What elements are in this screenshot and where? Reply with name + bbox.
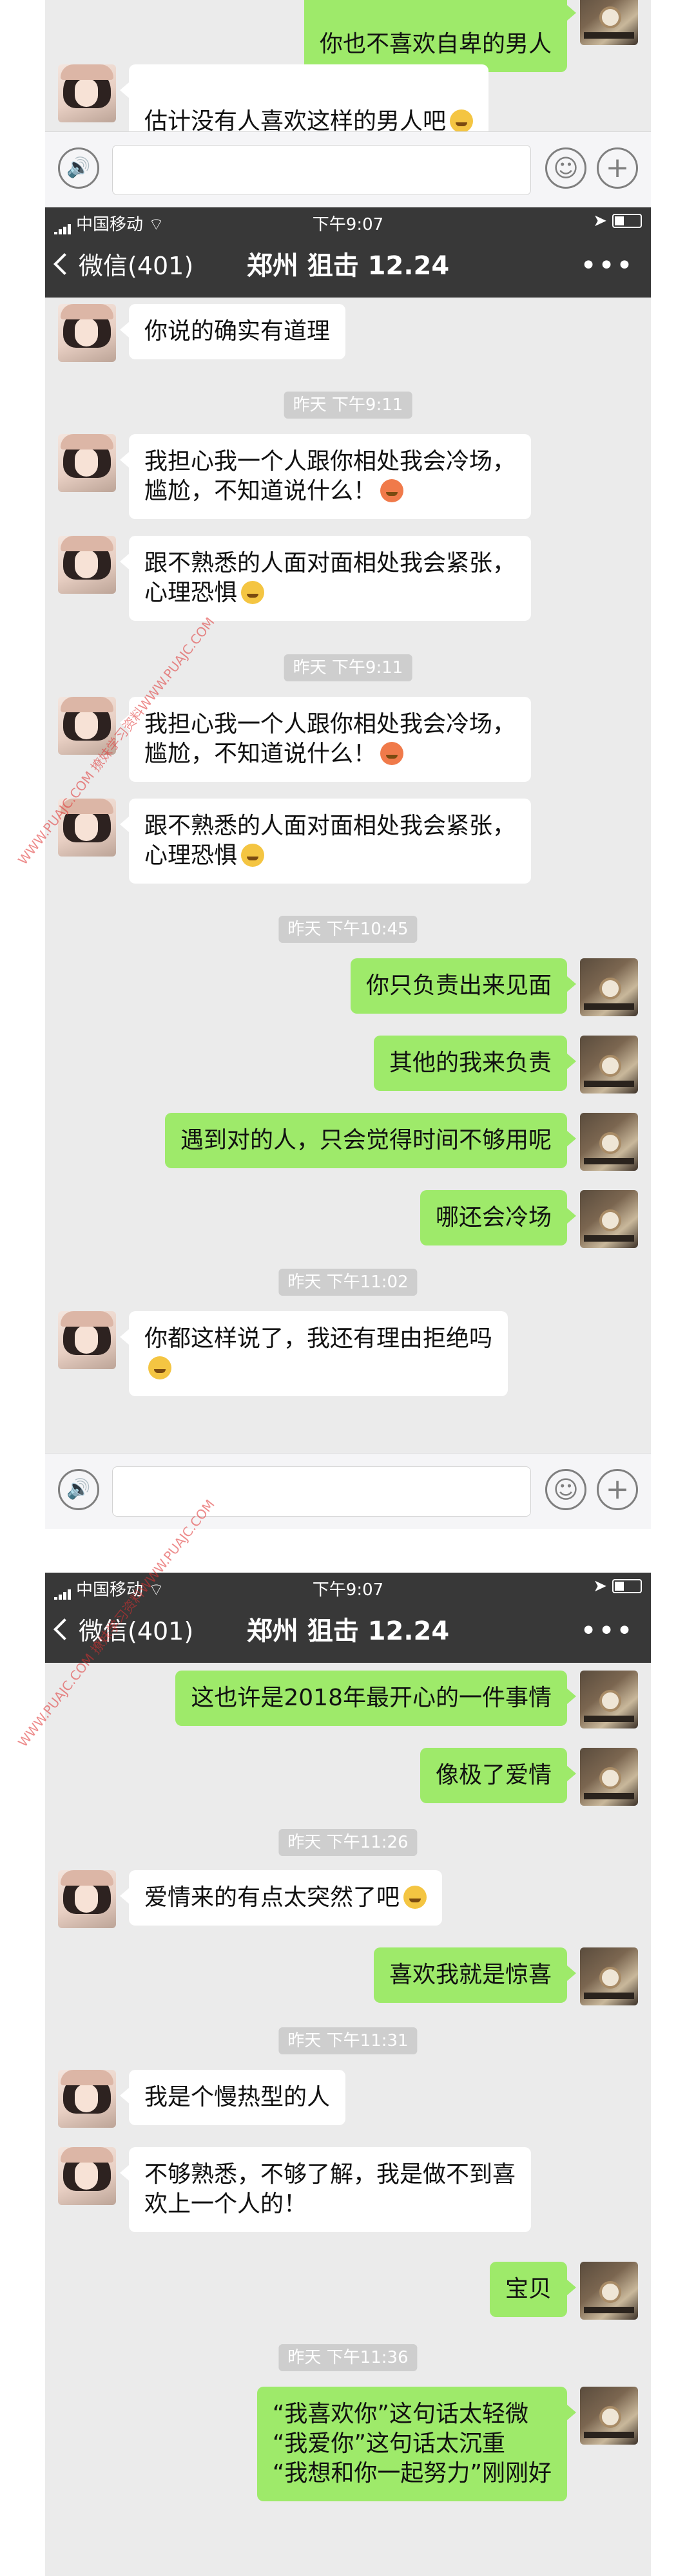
battery-icon [612, 214, 642, 228]
status-right: ➤ [593, 211, 642, 231]
status-bar: 中国移动 ⌔ 下午9:07 ➤ [45, 207, 651, 236]
contact-avatar[interactable] [58, 536, 116, 594]
message-bubble-received[interactable]: 不够熟悉，不够了解，我是做不到喜 欢上一个人的！ [119, 2147, 532, 2232]
plus-button-icon[interactable]: + [597, 147, 638, 189]
contact-avatar[interactable] [58, 304, 116, 362]
message-text: 爱情来的有点太突然了吧 [144, 1884, 400, 1911]
my-avatar[interactable] [580, 1190, 638, 1248]
message-bubble-sent[interactable]: 喜欢我就是惊喜 [373, 1947, 577, 2003]
input-bar: 🔊 ☺ + [45, 1453, 651, 1529]
message-text: 这也许是2018年最开心的一件事情 [191, 1685, 552, 1711]
my-avatar[interactable] [580, 1947, 638, 2005]
message-bubble-sent[interactable]: 宝贝 [489, 2262, 577, 2317]
message-text: 我担心我一个人跟你相处我会冷场， 尴尬，不知道说什么！ [144, 711, 516, 767]
emoji-button-icon[interactable]: ☺ [545, 1469, 586, 1510]
message-text: 像极了爱情 [435, 1762, 552, 1788]
message-input[interactable] [112, 145, 531, 195]
message-text: 跟不熟悉的人面对面相处我会紧张， 心理恐惧 [144, 550, 516, 606]
chat-title: 郑州 狙击 12.24 [246, 251, 450, 281]
smirk-emoji-icon [148, 1356, 171, 1379]
message-bubble-received[interactable]: 跟不熟悉的人面对面相处我会紧张， 心理恐惧 [119, 799, 532, 884]
sad-emoji-icon [380, 479, 404, 502]
my-avatar[interactable] [580, 2262, 638, 2320]
timestamp: 昨天 下午9:11 [284, 392, 412, 419]
message-text: 喜欢我就是惊喜 [389, 1962, 552, 1988]
my-avatar[interactable] [580, 2387, 638, 2445]
message-bubble-received[interactable]: 你都这样说了，我还有理由拒绝吗 [119, 1311, 508, 1396]
contact-avatar[interactable] [58, 434, 116, 492]
message-text: 我担心我一个人跟你相处我会冷场， 尴尬，不知道说什么！ [144, 448, 516, 504]
message-text: 宝贝 [505, 2276, 552, 2302]
message-text: 你只负责出来见面 [365, 972, 552, 999]
voice-input-icon[interactable]: 🔊 [58, 147, 99, 189]
timestamp: 昨天 下午10:45 [278, 916, 418, 943]
location-icon: ➤ [593, 211, 607, 231]
timestamp: 昨天 下午11:02 [278, 1269, 418, 1296]
more-options-icon[interactable]: ••• [580, 249, 634, 283]
message-bubble-sent[interactable]: 你也不喜欢自卑的男人 [304, 0, 577, 72]
message-text: “我喜欢你”这句话太轻微 “我爱你”这句话太沉重 “我想和你一起努力”刚刚好 [272, 2401, 552, 2486]
message-text: 你也不喜欢自卑的男人 [319, 31, 552, 57]
thinking-emoji-icon [450, 109, 474, 133]
chat-screen-2: 中国移动 ⌔ 下午9:07 ➤ 微信(401) 郑州 狙击 12.24 ••• … [45, 207, 651, 1529]
message-bubble-received[interactable]: 你说的确实有道理 [119, 304, 346, 359]
plus-button-icon[interactable]: + [597, 1469, 638, 1510]
contact-avatar[interactable] [58, 64, 116, 122]
contact-avatar[interactable] [58, 2147, 116, 2205]
message-bubble-received[interactable]: 跟不熟悉的人面对面相处我会紧张， 心理恐惧 [119, 536, 532, 621]
timestamp: 昨天 下午11:26 [278, 1829, 418, 1856]
location-icon: ➤ [593, 1577, 607, 1596]
status-right: ➤ [593, 1577, 642, 1596]
timestamp: 昨天 下午9:11 [284, 654, 412, 681]
nervous-emoji-icon [241, 581, 265, 604]
message-text: 我是个慢热型的人 [144, 2084, 331, 2110]
message-bubble-sent[interactable]: 遇到对的人，只会觉得时间不够用呢 [164, 1113, 577, 1168]
my-avatar[interactable] [580, 958, 638, 1016]
message-bubble-received[interactable]: 我是个慢热型的人 [119, 2070, 346, 2125]
timestamp: 昨天 下午11:31 [278, 2027, 418, 2054]
input-bar: 🔊 ☺ + [45, 131, 651, 207]
chat-title: 郑州 狙击 12.24 [246, 1616, 450, 1646]
message-bubble-sent[interactable]: 这也许是2018年最开心的一件事情 [175, 1671, 576, 1726]
message-bubble-received[interactable]: 爱情来的有点太突然了吧 [119, 1870, 443, 1926]
message-text: 其他的我来负责 [389, 1050, 552, 1076]
emoji-button-icon[interactable]: ☺ [545, 147, 586, 189]
message-bubble-sent[interactable]: “我喜欢你”这句话太轻微 “我爱你”这句话太沉重 “我想和你一起努力”刚刚好 [256, 2387, 577, 2501]
message-text: 你都这样说了，我还有理由拒绝吗 [144, 1325, 493, 1352]
message-bubble-sent[interactable]: 其他的我来负责 [373, 1036, 577, 1091]
surprised-emoji-icon [403, 1886, 427, 1909]
status-time: 下午9:07 [312, 215, 384, 234]
message-bubble-received[interactable]: 我担心我一个人跟你相处我会冷场， 尴尬，不知道说什么！ [119, 697, 532, 782]
timestamp: 昨天 下午11:36 [278, 2344, 418, 2371]
nav-bar: 微信(401) 郑州 狙击 12.24 ••• [45, 234, 651, 298]
message-text: 哪还会冷场 [435, 1204, 552, 1231]
chat-screen-1: 你也不喜欢自卑的男人 估计没有人喜欢这样的男人吧 🔊 ☺ + [45, 0, 651, 207]
voice-input-icon[interactable]: 🔊 [58, 1469, 99, 1510]
message-text: 你说的确实有道理 [144, 318, 331, 345]
chat-screen-3: 中国移动 ⌔ 下午9:07 ➤ 微信(401) 郑州 狙击 12.24 ••• … [45, 1573, 651, 2576]
contact-avatar[interactable] [58, 1311, 116, 1369]
my-avatar[interactable] [580, 0, 638, 45]
more-options-icon[interactable]: ••• [580, 1614, 634, 1649]
battery-icon [612, 1579, 642, 1593]
message-input[interactable] [112, 1466, 531, 1517]
message-text: 估计没有人喜欢这样的男人吧 [144, 108, 447, 135]
my-avatar[interactable] [580, 1113, 638, 1171]
message-bubble-received[interactable]: 我担心我一个人跟你相处我会冷场， 尴尬，不知道说什么！ [119, 434, 532, 519]
message-text: 跟不熟悉的人面对面相处我会紧张， 心理恐惧 [144, 813, 516, 869]
my-avatar[interactable] [580, 1671, 638, 1728]
my-avatar[interactable] [580, 1036, 638, 1094]
contact-avatar[interactable] [58, 2070, 116, 2128]
nervous-emoji-icon [241, 844, 265, 867]
message-bubble-sent[interactable]: 你只负责出来见面 [350, 958, 577, 1014]
sad-emoji-icon [380, 742, 404, 765]
my-avatar[interactable] [580, 1748, 638, 1806]
message-bubble-sent[interactable]: 哪还会冷场 [420, 1190, 577, 1245]
contact-avatar[interactable] [58, 1870, 116, 1928]
message-bubble-sent[interactable]: 像极了爱情 [420, 1748, 577, 1803]
message-text: 遇到对的人，只会觉得时间不够用呢 [180, 1127, 552, 1153]
message-text: 不够熟悉，不够了解，我是做不到喜 欢上一个人的！ [144, 2161, 516, 2217]
